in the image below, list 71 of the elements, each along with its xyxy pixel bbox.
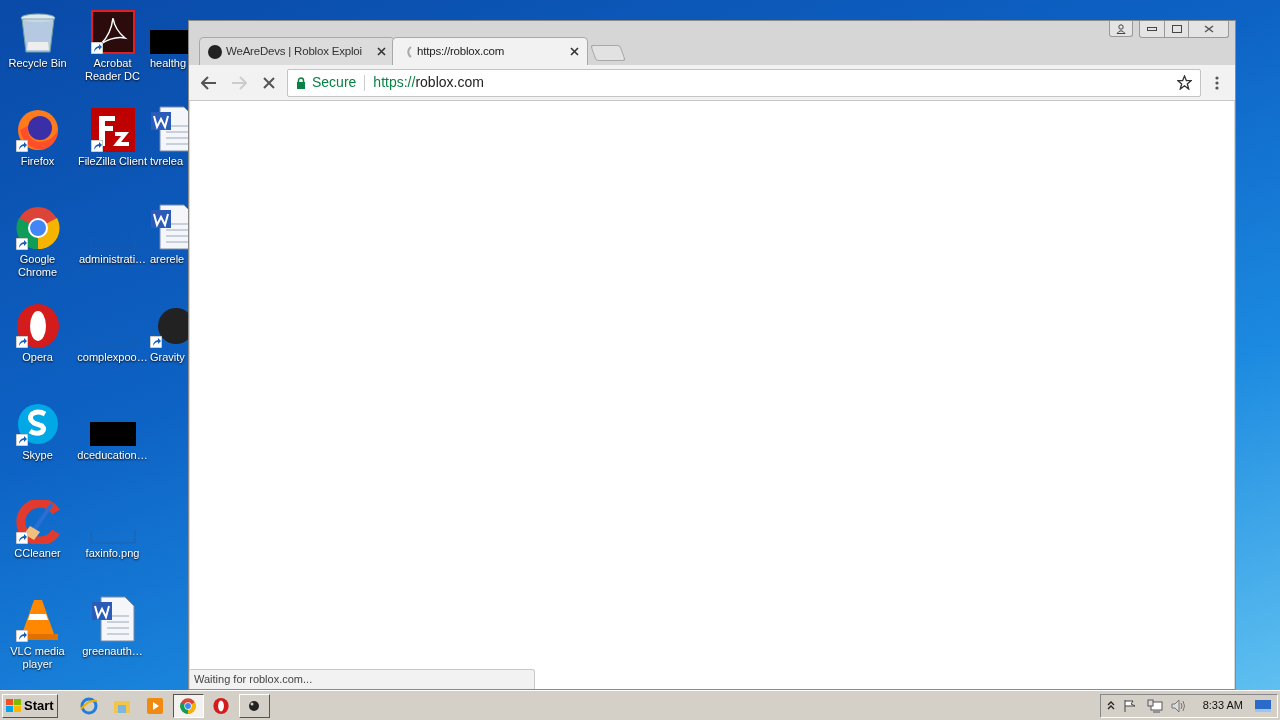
desktop-icon-label[interactable]: administrati…: [78, 253, 147, 266]
close-icon[interactable]: [570, 47, 579, 56]
shortcut-arrow-icon: [15, 238, 28, 250]
browser-tab[interactable]: https://roblox.com: [392, 37, 588, 65]
desktop-icon-label[interactable]: tvrelea: [150, 155, 184, 168]
opera-icon: [213, 697, 230, 714]
speaker-icon[interactable]: [1170, 698, 1187, 713]
desktop-icon-label[interactable]: Firefox: [20, 155, 55, 168]
skype-icon: [15, 402, 60, 446]
chevron-up-icon[interactable]: [1106, 700, 1115, 711]
filezilla-icon: [90, 108, 135, 152]
status-bubble: Waiting for roblox.com...: [190, 669, 535, 689]
desktop-icon-label[interactable]: dceducation…: [77, 449, 148, 462]
desktop-icon-label[interactable]: Skype: [22, 449, 53, 462]
desktop-icon-label[interactable]: Gravity: [150, 351, 185, 364]
opera-icon: [15, 304, 60, 348]
ccleaner-icon: [15, 500, 60, 544]
app-icon: [248, 699, 261, 712]
close-icon: [1203, 25, 1214, 33]
maximize-icon: [1171, 25, 1182, 33]
back-arrow-icon: [201, 75, 217, 90]
desktop-icon-label[interactable]: Recycle Bin: [8, 57, 67, 70]
url-text: https://roblox.com: [373, 73, 484, 92]
desktop-icon-label[interactable]: faxinfo.png: [85, 547, 140, 560]
desktop-icon-label[interactable]: Opera: [22, 351, 53, 364]
taskbar-button[interactable]: [172, 693, 204, 718]
firefox-icon: [15, 108, 60, 152]
shortcut-arrow-icon: [15, 630, 28, 642]
network-icon[interactable]: [1146, 698, 1163, 713]
profile-button[interactable]: [1109, 21, 1133, 37]
browser-tab[interactable]: WeAreDevs | Roblox Exploi: [199, 37, 395, 65]
security-label: Secure: [312, 73, 357, 92]
start-button[interactable]: Start: [2, 693, 58, 718]
file-icon: [89, 530, 136, 544]
desktop-icon-label[interactable]: FileZilla Client: [77, 155, 148, 168]
stop-icon: [263, 76, 275, 89]
desktop-icon-label[interactable]: VLC media player: [1, 645, 74, 671]
tab-title: https://roblox.com: [417, 43, 506, 59]
shortcut-arrow-icon: [15, 140, 28, 152]
acrobat-icon: [90, 10, 135, 54]
shortcut-arrow-icon: [15, 336, 28, 348]
chrome-icon: [15, 206, 60, 250]
forward-arrow-icon: [231, 75, 247, 90]
person-icon: [1116, 23, 1126, 34]
shortcut-arrow-icon: [90, 42, 103, 54]
desktop-icon-label[interactable]: CCleaner: [14, 547, 61, 560]
desktop-icon-label[interactable]: Acrobat Reader DC: [76, 57, 149, 83]
desktop-icon-label[interactable]: healthg: [150, 57, 187, 70]
chrome-icon: [180, 697, 197, 714]
word-document-icon: [90, 596, 135, 642]
show-desktop-icon[interactable]: [1255, 699, 1271, 712]
clock[interactable]: 8:33 AM: [1202, 697, 1243, 714]
shortcut-arrow-icon: [150, 336, 162, 348]
internet-explorer-icon: [80, 696, 99, 715]
menu-icon[interactable]: [1215, 75, 1219, 90]
desktop-icon-label[interactable]: Google Chrome: [1, 253, 74, 279]
close-icon[interactable]: [377, 47, 386, 56]
windows-logo-icon: [6, 698, 22, 713]
file-icon: [89, 422, 136, 446]
address-bar[interactable]: Secure https://roblox.com: [287, 68, 1201, 97]
tab-title: WeAreDevs | Roblox Exploi: [226, 43, 363, 59]
desktop-icon-label[interactable]: arerele: [150, 253, 185, 266]
media-player-icon: [147, 697, 164, 714]
star-icon[interactable]: [1177, 75, 1192, 90]
shortcut-arrow-icon: [90, 140, 103, 152]
shortcut-arrow-icon: [15, 532, 28, 544]
desktop-icon-label[interactable]: greenauth…: [82, 645, 143, 658]
lock-icon: [296, 76, 306, 89]
minimize-icon: [1147, 27, 1157, 31]
desktop-icon-label[interactable]: complexpoo…: [77, 351, 148, 364]
shortcut-arrow-icon: [15, 434, 28, 446]
